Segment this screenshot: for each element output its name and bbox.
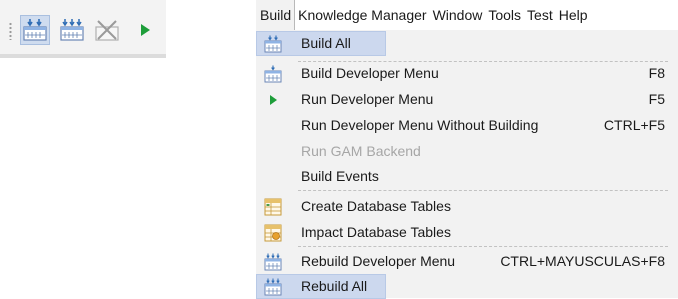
menu-item-label: Run Developer Menu [301, 91, 434, 107]
toolbar-run-button[interactable] [130, 15, 160, 45]
menu-item-shortcut: CTRL+MAYUSCULAS+F8 [500, 253, 665, 269]
rebuild-icon [260, 249, 286, 274]
menu-item-label: Create Database Tables [301, 198, 451, 214]
menu-item-label: Run GAM Backend [301, 143, 421, 159]
menu-window[interactable]: Window [430, 0, 486, 30]
menu-bar: Build Knowledge Manager Window Tools Tes… [256, 0, 678, 30]
menu-item-label: Run Developer Menu Without Building [301, 117, 539, 133]
menu-test[interactable]: Test [524, 0, 556, 30]
impact-tables-icon [260, 220, 286, 245]
menu-item-impact-database-tables[interactable]: Impact Database Tables [256, 220, 678, 245]
cancel-build-icon [95, 20, 119, 41]
toolbar-build-all-button[interactable] [20, 15, 50, 45]
rebuild-all-icon [60, 19, 84, 41]
menu-item-label: Rebuild All [301, 278, 368, 294]
menu-item-shortcut: F8 [648, 65, 665, 81]
menu-tools[interactable]: Tools [485, 0, 524, 30]
menu-item-label: Rebuild Developer Menu [301, 253, 456, 269]
menu-separator [298, 246, 668, 247]
menu-item-build-all[interactable]: Build All [256, 31, 386, 56]
menu-item-run-without-building[interactable]: Run Developer Menu Without Building CTRL… [256, 113, 678, 138]
menu-item-run-gam-backend: Run GAM Backend [256, 139, 678, 164]
menu-item-label: Build All [301, 35, 351, 51]
build-menu-dropdown: Build All Build Developer Menu F8 Run De… [256, 30, 678, 299]
menu-help[interactable]: Help [556, 0, 591, 30]
menu-item-label: Build Developer Menu [301, 65, 439, 81]
run-icon [260, 87, 286, 112]
toolbar-rebuild-all-button[interactable] [57, 15, 87, 45]
toolbar-cancel-build-button[interactable] [92, 15, 122, 45]
create-tables-icon [260, 194, 286, 219]
menu-item-build-events[interactable]: Build Events [256, 164, 678, 189]
menu-build[interactable]: Build [256, 0, 296, 30]
menu-item-build-developer-menu[interactable]: Build Developer Menu F8 [256, 61, 678, 86]
menu-item-shortcut: F5 [648, 91, 665, 107]
menu-item-create-database-tables[interactable]: Create Database Tables [256, 194, 678, 219]
build-all-icon [260, 31, 286, 56]
menu-item-shortcut: CTRL+F5 [603, 117, 665, 133]
menu-separator [298, 190, 668, 191]
run-icon [141, 24, 150, 36]
build-all-icon [23, 19, 47, 41]
menu-item-run-developer-menu[interactable]: Run Developer Menu F5 [256, 87, 678, 112]
menu-knowledge-manager[interactable]: Knowledge Manager [295, 0, 429, 30]
rebuild-all-icon [260, 274, 286, 299]
toolbar-bottom-border [0, 54, 166, 58]
menu-item-label: Impact Database Tables [301, 224, 451, 240]
menu-item-rebuild-all[interactable]: Rebuild All [256, 274, 386, 299]
build-toolbar [0, 0, 166, 58]
toolbar-grip[interactable] [9, 22, 12, 40]
build-icon [260, 61, 286, 86]
menu-item-label: Build Events [301, 168, 379, 184]
menu-item-rebuild-developer-menu[interactable]: Rebuild Developer Menu CTRL+MAYUSCULAS+F… [256, 249, 678, 274]
